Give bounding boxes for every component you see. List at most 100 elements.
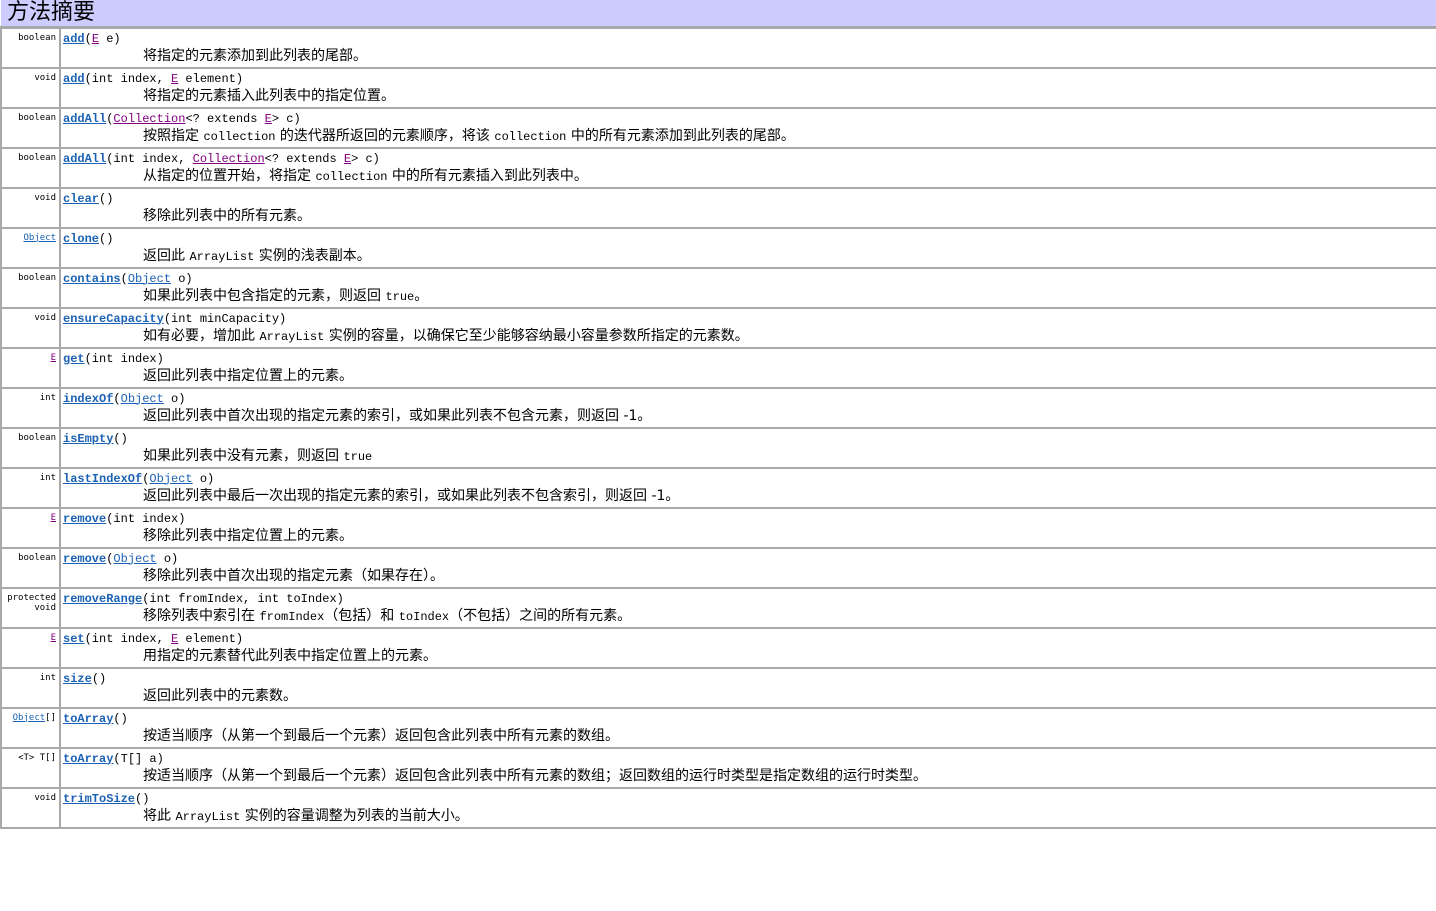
method-name-link[interactable]: clone <box>63 232 99 246</box>
return-type: protected void <box>0 586 61 629</box>
type-link[interactable]: Collection <box>113 112 185 126</box>
type-link[interactable]: E <box>344 152 351 166</box>
text: 如果此列表中没有元素，则返回 <box>143 447 344 464</box>
text: <? extends <box>264 151 344 166</box>
method-row: boolean addAll(Collection<? extends E> c)… <box>0 106 1436 149</box>
type-link[interactable]: Collection <box>193 152 265 166</box>
method-name-link[interactable]: indexOf <box>63 392 113 406</box>
method-row: void add(int index, E element) 将指定的元素插入此列表… <box>0 66 1436 109</box>
text: boolean <box>18 552 56 563</box>
method-summary-body: 方法摘要 boolean add(E e) 将指定的元素添加到此列表的尾部。 void… <box>0 0 1436 829</box>
method-row: protected void removeRange(int fromIndex, … <box>0 586 1436 629</box>
method-row: boolean contains(Object o) 如果此列表中包含指定的元素，则… <box>0 266 1436 309</box>
method-row: boolean isEmpty() 如果此列表中没有元素，则返回 true <box>0 426 1436 469</box>
method-name-link[interactable]: trimToSize <box>63 792 135 806</box>
class-link[interactable]: Object <box>23 233 56 243</box>
text: [] <box>45 712 56 723</box>
return-type: boolean <box>0 146 61 189</box>
text: 中的所有元素添加到此列表的尾部。 <box>566 127 795 144</box>
method-name-link[interactable]: get <box>63 352 85 366</box>
method-name-link[interactable]: addAll <box>63 112 106 126</box>
text: 返回此 <box>143 247 190 264</box>
return-type: boolean <box>0 26 61 69</box>
type-link[interactable]: E <box>51 353 56 363</box>
text: void <box>34 72 56 83</box>
text: void <box>34 792 56 803</box>
method-detail: indexOf(Object o) 返回此列表中首次出现的指定元素的索引，或如果此… <box>59 386 1436 429</box>
text: 移除此列表中的所有元素。 <box>143 207 311 224</box>
class-link[interactable]: Object <box>113 552 156 566</box>
class-link[interactable]: Object <box>121 392 164 406</box>
method-row: Eremove(int index) 移除此列表中指定位置上的元素。 <box>0 506 1436 549</box>
method-name-link[interactable]: clear <box>63 192 99 206</box>
method-description: 用指定的元素替代此列表中指定位置上的元素。 <box>63 647 1436 665</box>
text: 从指定的位置开始，将指定 <box>143 167 316 184</box>
method-name-link[interactable]: contains <box>63 272 121 286</box>
type-link[interactable]: E <box>92 32 99 46</box>
type-link[interactable]: E <box>51 633 56 643</box>
text: 实例的浅表副本。 <box>254 247 371 264</box>
method-detail: ensureCapacity(int minCapacity) 如有必要，增加此 … <box>59 306 1436 349</box>
text: 的迭代器所返回的元素顺序，将该 <box>275 127 495 144</box>
text: () <box>113 711 128 726</box>
text: <? extends <box>185 111 265 126</box>
text: protected <box>7 592 56 603</box>
method-name-link[interactable]: toArray <box>63 752 113 766</box>
class-link[interactable]: Object <box>13 713 46 723</box>
method-description: 返回此列表中指定位置上的元素。 <box>63 367 1436 385</box>
method-row: boolean addAll(int index, Collection<? ex… <box>0 146 1436 189</box>
method-description: 将指定的元素添加到此列表的尾部。 <box>63 47 1436 65</box>
text: 用指定的元素替代此列表中指定位置上的元素。 <box>143 647 437 664</box>
method-description: 将指定的元素插入此列表中的指定位置。 <box>63 87 1436 105</box>
method-signature: toArray() <box>63 711 1436 727</box>
type-link[interactable]: E <box>51 513 56 523</box>
method-name-link[interactable]: size <box>63 672 92 686</box>
text: o) <box>192 471 215 486</box>
method-row: void ensureCapacity(int minCapacity) 如有必要，… <box>0 306 1436 349</box>
class-link[interactable]: Object <box>128 272 171 286</box>
method-name-link[interactable]: lastIndexOf <box>63 472 142 486</box>
text: (int index) <box>106 511 186 526</box>
text: () <box>135 791 150 806</box>
return-type: void <box>0 66 61 109</box>
code-text: ArrayList <box>189 249 255 264</box>
method-name-link[interactable]: remove <box>63 552 106 566</box>
method-name-link[interactable]: add <box>63 72 85 86</box>
method-detail: clear() 移除此列表中的所有元素。 <box>59 186 1436 229</box>
method-row: Object clone() 返回此 ArrayList 实例的浅表副本。 <box>0 226 1436 269</box>
text: element) <box>178 631 244 646</box>
method-name-link[interactable]: ensureCapacity <box>63 312 164 326</box>
method-description: 返回此 ArrayList 实例的浅表副本。 <box>63 247 1436 266</box>
method-name-link[interactable]: remove <box>63 512 106 526</box>
text: () <box>91 671 107 686</box>
method-signature: isEmpty() <box>63 431 1436 447</box>
method-description: 如果此列表中没有元素，则返回 true <box>63 447 1436 466</box>
text: ( <box>84 32 92 46</box>
text: boolean <box>18 272 56 283</box>
method-name-link[interactable]: set <box>63 632 85 646</box>
method-row: int indexOf(Object o) 返回此列表中首次出现的指定元素的索引，或… <box>0 386 1436 429</box>
method-name-link[interactable]: removeRange <box>63 592 142 606</box>
return-type: <T> T[] <box>0 746 61 789</box>
text: 中的所有元素插入到此列表中。 <box>387 167 588 184</box>
method-detail: get(int index) 返回此列表中指定位置上的元素。 <box>59 346 1436 389</box>
text: 按照指定 <box>143 127 204 144</box>
method-name-link[interactable]: addAll <box>63 152 106 166</box>
method-signature: addAll(Collection<? extends E> c) <box>63 111 1436 127</box>
text: o) <box>156 551 179 566</box>
method-signature: indexOf(Object o) <box>63 391 1436 407</box>
code-text: collection <box>494 129 567 144</box>
method-name-link[interactable]: add <box>63 32 85 46</box>
method-name-link[interactable]: toArray <box>63 712 113 726</box>
method-detail: remove(Object o) 移除此列表中首次出现的指定元素（如果存在）。 <box>59 546 1436 589</box>
text: 移除此列表中首次出现的指定元素（如果存在）。 <box>143 567 444 584</box>
text: 移除列表中索引在 <box>143 607 260 624</box>
method-description: 返回此列表中的元素数。 <box>63 687 1436 705</box>
class-link[interactable]: Object <box>149 472 192 486</box>
method-name-link[interactable]: isEmpty <box>63 432 113 446</box>
code-text: ArrayList <box>259 329 325 344</box>
method-detail: removeRange(int fromIndex, int toIndex) 移… <box>59 586 1436 629</box>
return-type: E <box>0 626 61 669</box>
return-type: Object[] <box>0 706 61 749</box>
type-link[interactable]: E <box>265 112 272 126</box>
